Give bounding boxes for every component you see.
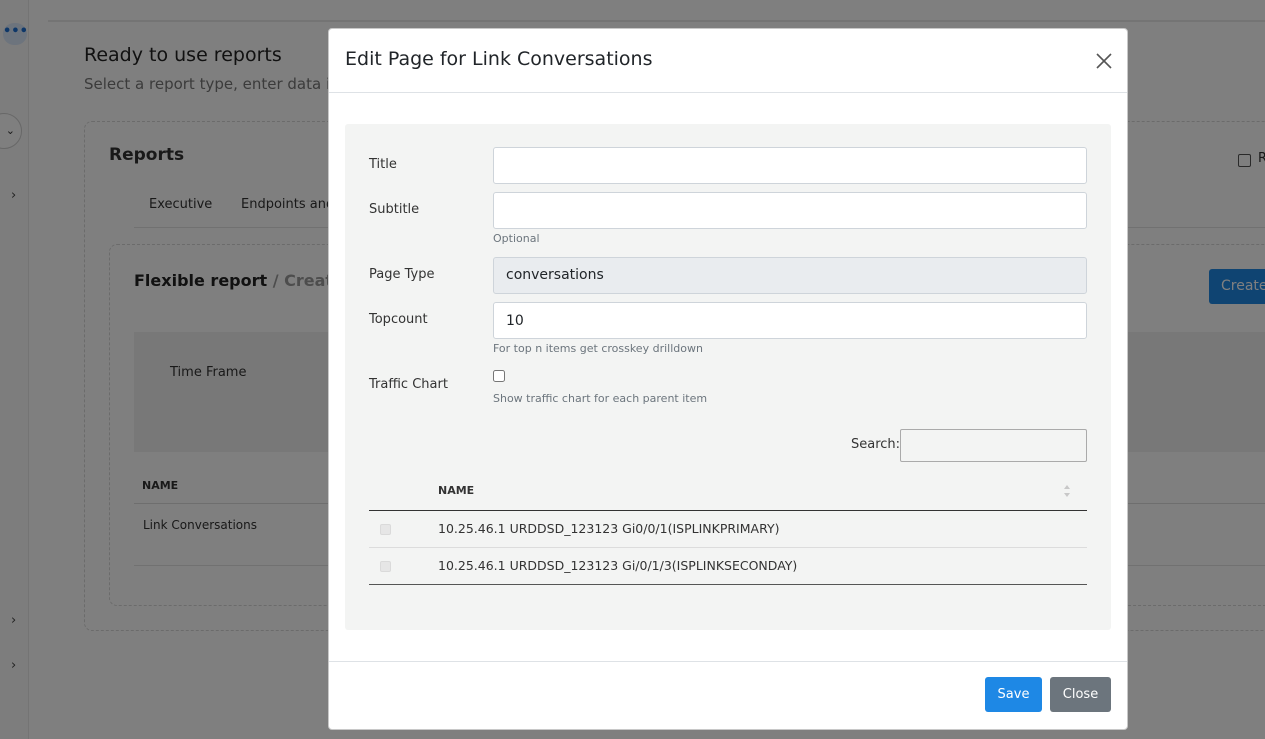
- subtitle-help: Optional: [493, 232, 540, 245]
- modal-title: Edit Page for Link Conversations: [345, 48, 653, 70]
- subtitle-input[interactable]: [493, 192, 1087, 229]
- items-table: NAME 10.25.46.1 URDDSD_123123 Gi0/0/1(IS…: [369, 474, 1087, 585]
- topcount-label: Topcount: [369, 312, 428, 327]
- row-name: 10.25.46.1 URDDSD_123123 Gi/0/1/3(ISPLIN…: [438, 558, 798, 573]
- title-label: Title: [369, 157, 397, 172]
- edit-page-modal: Edit Page for Link Conversations Title S…: [328, 28, 1128, 730]
- traffic-chart-label: Traffic Chart: [369, 377, 448, 392]
- close-button[interactable]: Close: [1050, 677, 1111, 712]
- table-header-row: NAME: [369, 474, 1087, 511]
- modal-header: Edit Page for Link Conversations: [329, 29, 1127, 93]
- row-name: 10.25.46.1 URDDSD_123123 Gi0/0/1(ISPLINK…: [438, 521, 780, 536]
- row-checkbox[interactable]: [380, 524, 391, 535]
- search-input[interactable]: [900, 429, 1087, 462]
- topcount-input[interactable]: [493, 302, 1087, 339]
- table-header-name[interactable]: NAME: [438, 484, 474, 497]
- close-icon[interactable]: [1093, 50, 1115, 72]
- save-button[interactable]: Save: [985, 677, 1042, 712]
- table-row[interactable]: 10.25.46.1 URDDSD_123123 Gi0/0/1(ISPLINK…: [369, 511, 1087, 548]
- traffic-chart-checkbox[interactable]: [493, 370, 505, 382]
- row-checkbox[interactable]: [380, 561, 391, 572]
- table-row[interactable]: 10.25.46.1 URDDSD_123123 Gi/0/1/3(ISPLIN…: [369, 548, 1087, 585]
- title-input[interactable]: [493, 147, 1087, 184]
- page-type-label: Page Type: [369, 267, 435, 282]
- subtitle-label: Subtitle: [369, 202, 420, 217]
- topcount-help: For top n items get crosskey drilldown: [493, 342, 703, 355]
- search-label: Search:: [851, 437, 901, 452]
- modal-form-panel: Title Subtitle Optional Page Type conver…: [345, 124, 1111, 630]
- page-type-field: conversations: [493, 257, 1087, 294]
- traffic-chart-help: Show traffic chart for each parent item: [493, 392, 708, 405]
- modal-footer: Save Close: [329, 661, 1127, 730]
- sort-icon[interactable]: [1063, 484, 1071, 498]
